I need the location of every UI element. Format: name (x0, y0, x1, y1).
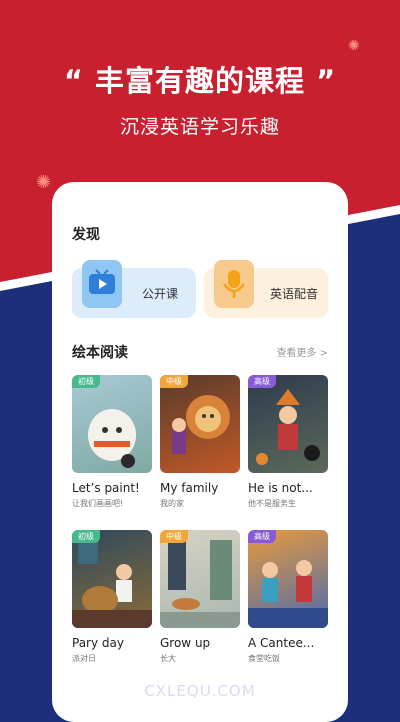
app-screen: 发现 公开课 英语配音 绘本阅读 查看更多 > 初级 Let’s paint! … (52, 182, 348, 722)
level-badge: 中级 (160, 530, 188, 543)
level-badge: 高级 (248, 375, 276, 388)
discover-title: 发现 (72, 227, 100, 243)
book-title: My family (160, 481, 219, 495)
book-subtitle: 他不是服务生 (248, 499, 296, 508)
tv-icon (82, 260, 122, 308)
book-cover: 高级 (248, 375, 328, 473)
see-more-link[interactable]: 查看更多 > (276, 344, 328, 359)
book-title: Grow up (160, 636, 211, 650)
watermark: CXLEQU.COM (144, 682, 256, 700)
level-badge: 中级 (160, 375, 188, 388)
microphone-icon (214, 260, 254, 308)
promo-subline: 沉浸英语学习乐趣 (119, 116, 280, 138)
book-title: Let’s paint! (72, 481, 140, 495)
book-cover: 高级 (248, 530, 328, 628)
book-subtitle: 我的家 (160, 499, 184, 508)
book-card[interactable]: 中级 Grow up 长大 (160, 530, 240, 664)
open-class-card[interactable]: 公开课 (72, 260, 196, 318)
book-card[interactable]: 高级 A Cantee... 食堂吃饭 (248, 530, 328, 664)
book-card[interactable]: 高级 He is not... 他不是服务生 (248, 375, 328, 509)
book-card[interactable]: 初级 Let’s paint! 让我们画画吧! (72, 375, 152, 509)
firework-icon: ✺ (36, 172, 52, 193)
book-cover: 初级 (72, 530, 152, 628)
picture-books-title: 绘本阅读 (72, 345, 128, 361)
level-badge: 初级 (72, 530, 100, 543)
book-card[interactable]: 初级 Pary day 派对日 (72, 530, 152, 664)
book-cover: 中级 (160, 530, 240, 628)
book-card[interactable]: 中级 My family 我的家 (160, 375, 240, 509)
book-subtitle: 让我们画画吧! (72, 499, 124, 508)
book-cover: 初级 (72, 375, 152, 473)
dubbing-card[interactable]: 英语配音 (204, 260, 328, 318)
dubbing-label: 英语配音 (270, 287, 319, 301)
book-subtitle: 食堂吃饭 (248, 654, 280, 663)
promo-headline: “ 丰富有趣的课程 ” (63, 64, 337, 98)
book-title: A Cantee... (248, 636, 315, 650)
open-class-label: 公开课 (142, 287, 179, 301)
book-title: Pary day (72, 636, 124, 650)
level-badge: 初级 (72, 375, 100, 388)
book-subtitle: 派对日 (72, 654, 96, 663)
firework-icon: ✺ (348, 38, 360, 54)
book-subtitle: 长大 (160, 654, 176, 663)
level-badge: 高级 (248, 530, 276, 543)
book-title: He is not... (248, 481, 313, 495)
book-cover: 中级 (160, 375, 240, 473)
